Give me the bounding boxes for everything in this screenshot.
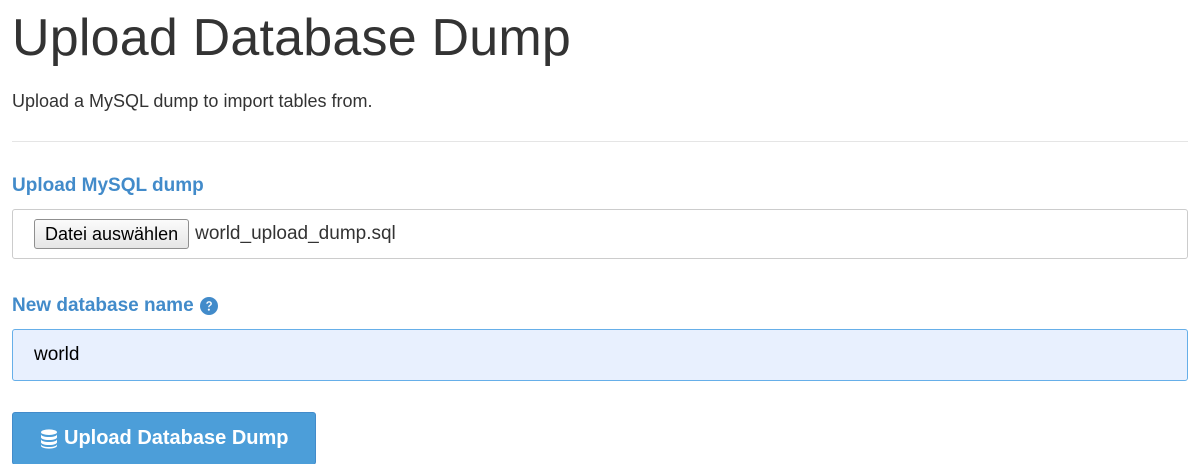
upload-dump-button-label: Upload Database Dump <box>64 427 289 449</box>
database-icon <box>40 428 58 449</box>
selected-file-name: world_upload_dump.sql <box>195 223 396 244</box>
database-name-label: New database name <box>12 295 194 316</box>
page-subtitle: Upload a MySQL dump to import tables fro… <box>12 91 373 111</box>
database-name-input[interactable] <box>12 329 1188 381</box>
upload-dump-page: Upload Database Dump Upload a MySQL dump… <box>0 0 1200 464</box>
choose-file-button[interactable]: Datei auswählen <box>34 219 190 249</box>
question-circle-icon[interactable] <box>199 297 218 315</box>
upload-dump-form: Upload MySQL dump Datei auswählen world_… <box>12 174 1188 464</box>
upload-dump-button[interactable]: Upload Database Dump <box>12 412 317 464</box>
divider <box>12 141 1188 142</box>
page-title: Upload Database Dump <box>12 9 571 67</box>
dump-field-label: Upload MySQL dump <box>12 175 204 196</box>
file-input-box[interactable]: Datei auswählen world_upload_dump.sql <box>12 209 1188 259</box>
database-name-label-row: New database name <box>12 294 1188 318</box>
